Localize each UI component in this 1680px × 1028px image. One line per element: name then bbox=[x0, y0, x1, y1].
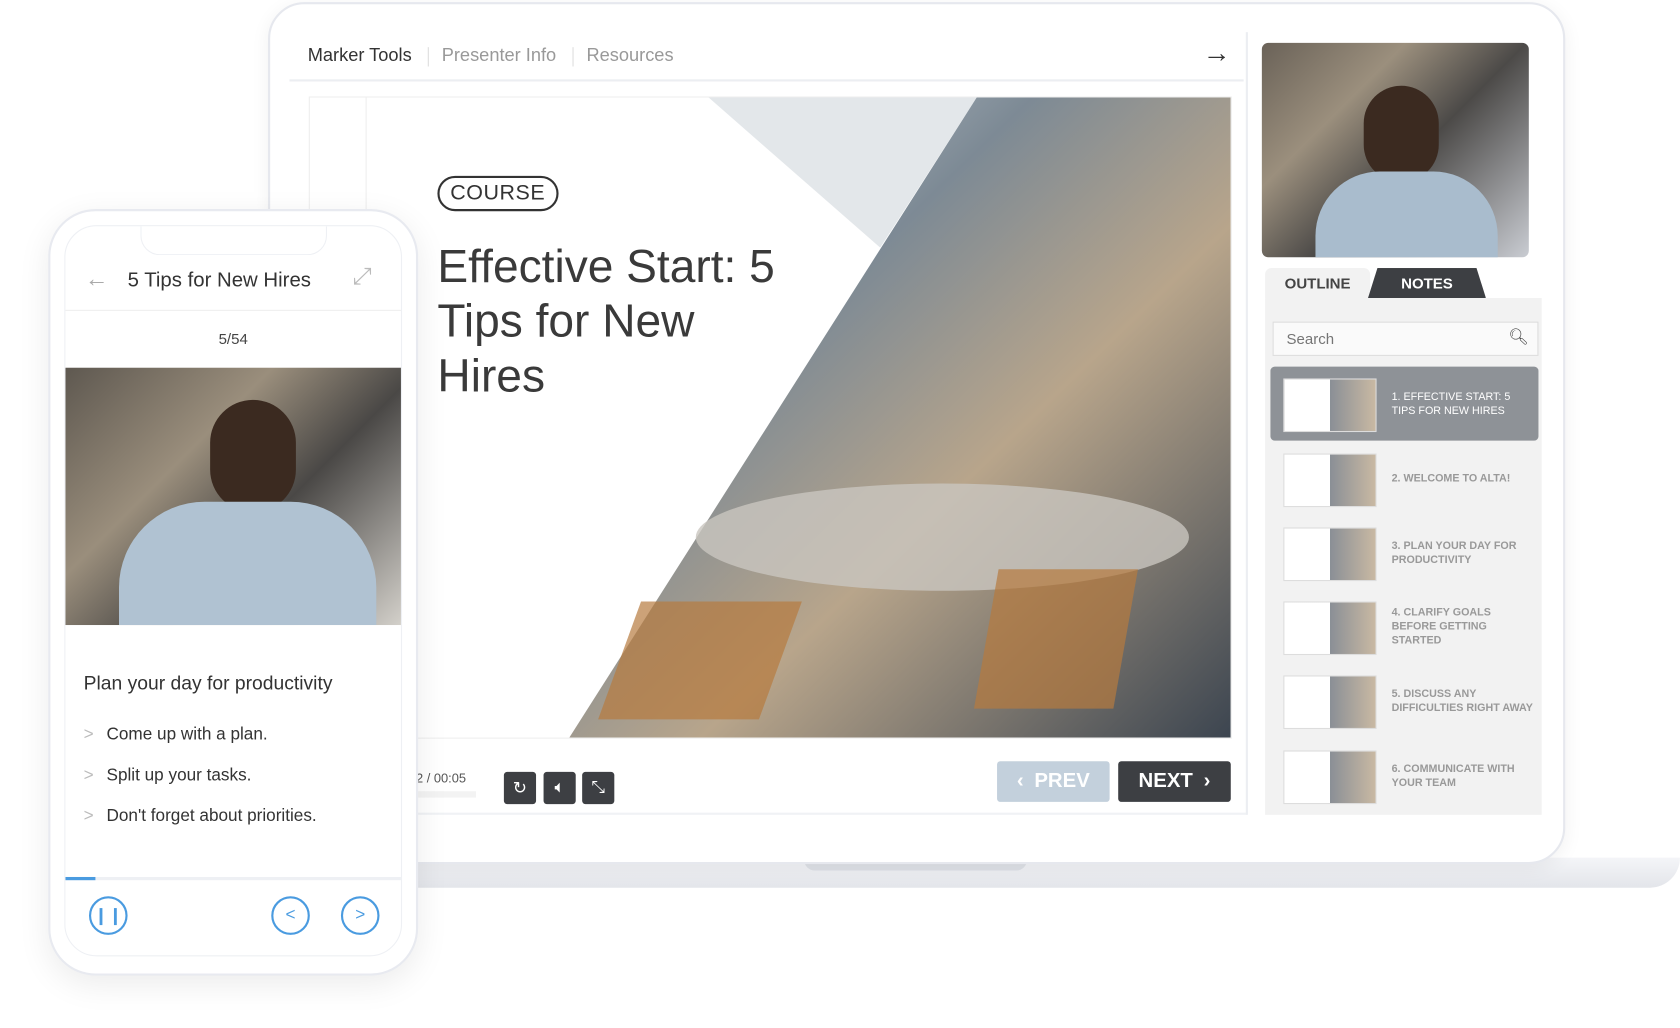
sidebar-tabs: OUTLINE NOTES bbox=[1265, 268, 1542, 299]
tab-outline[interactable]: OUTLINE bbox=[1265, 268, 1371, 299]
presenter-head bbox=[210, 399, 296, 513]
volume-button[interactable]: 🔈︎ bbox=[543, 771, 576, 805]
expand-icon: ⤡ bbox=[591, 778, 606, 797]
outline-item-label: 4. CLARIFY GOALS BEFORE GETTING STARTED bbox=[1391, 606, 1491, 647]
course-badge: COURSE bbox=[437, 175, 559, 212]
slide-thumbnail bbox=[1283, 750, 1377, 805]
phone-screen: ← 5 Tips for New Hires ⤢ 5/54 Plan your … bbox=[64, 225, 403, 957]
divider bbox=[572, 47, 574, 67]
outline-item[interactable]: 4. CLARIFY GOALS BEFORE GETTING STARTED bbox=[1270, 590, 1538, 664]
search-icon[interactable]: 🔍︎ bbox=[1508, 327, 1528, 346]
chevron-right-icon: > bbox=[83, 766, 94, 785]
chevron-left-icon: ‹ bbox=[1016, 769, 1024, 793]
progress-track[interactable] bbox=[415, 791, 477, 798]
slide: COURSE Effective Start: 5 Tips for New H… bbox=[308, 96, 1232, 739]
divider bbox=[427, 47, 429, 67]
presenter-video[interactable] bbox=[1261, 42, 1529, 258]
slide-title: Effective Start: 5 Tips for New Hires bbox=[437, 241, 775, 403]
presenter-shirt bbox=[119, 501, 377, 626]
outline-item[interactable]: 5. DISCUSS ANY DIFFICULTIES RIGHT AWAY bbox=[1270, 664, 1538, 738]
next-button[interactable]: NEXT › bbox=[1118, 761, 1231, 802]
phone-progress-fill bbox=[65, 876, 96, 881]
top-tabs-bar: Marker Tools Presenter Info Resources → bbox=[289, 32, 1244, 82]
phone-title: 5 Tips for New Hires bbox=[127, 269, 311, 292]
chevron-right-icon: > bbox=[83, 807, 94, 826]
divider bbox=[65, 309, 401, 311]
chevron-right-icon: > bbox=[83, 725, 94, 745]
tab-resources[interactable]: Resources bbox=[586, 45, 673, 66]
presenter-photo bbox=[65, 367, 401, 626]
outline-panel: 1. EFFECTIVE START: 5 TIPS FOR NEW HIRES… bbox=[1265, 298, 1542, 815]
slide-thumbnail bbox=[1283, 675, 1377, 730]
tab-notes[interactable]: NOTES bbox=[1367, 268, 1486, 299]
tab-presenter-info[interactable]: Presenter Info bbox=[442, 45, 556, 66]
prev-button[interactable]: ‹ PREV bbox=[997, 761, 1110, 802]
pause-icon: ❙❙ bbox=[93, 906, 123, 926]
search-input[interactable] bbox=[1284, 329, 1504, 349]
outline-item-label: 6. COMMUNICATE WITH YOUR TEAM bbox=[1391, 762, 1515, 789]
pause-button[interactable]: ❙❙ bbox=[88, 896, 128, 935]
outline-item[interactable]: 3. PLAN YOUR DAY FOR PRODUCTIVITY bbox=[1270, 516, 1538, 590]
phone-heading: Plan your day for productivity bbox=[83, 672, 333, 694]
search-box[interactable]: 🔍︎ bbox=[1272, 321, 1539, 356]
prev-label: PREV bbox=[1034, 769, 1090, 793]
replay-button[interactable]: ↻ bbox=[503, 771, 537, 805]
slide-thumbnail bbox=[1283, 453, 1377, 508]
slide-thumbnail bbox=[1283, 378, 1377, 433]
outline-item[interactable]: 6. COMMUNICATE WITH YOUR TEAM bbox=[1270, 739, 1538, 813]
chevron-right-icon: › bbox=[1203, 769, 1211, 793]
outline-item-label: 3. PLAN YOUR DAY FOR PRODUCTIVITY bbox=[1391, 539, 1517, 566]
next-label: NEXT bbox=[1138, 769, 1193, 793]
outline-item-label: 5. DISCUSS ANY DIFFICULTIES RIGHT AWAY bbox=[1391, 687, 1533, 714]
time-display: 2 / 00:05 bbox=[415, 770, 467, 786]
phone-prev-button[interactable]: < bbox=[271, 896, 310, 935]
divider bbox=[415, 812, 1247, 815]
phone-progress-track[interactable] bbox=[65, 876, 401, 881]
slide-counter: 5/54 bbox=[218, 330, 248, 348]
outline-item-label: 1. EFFECTIVE START: 5 TIPS FOR NEW HIRES bbox=[1391, 390, 1511, 417]
slide-thumbnail bbox=[1283, 527, 1377, 582]
fullscreen-button[interactable]: ⤡ bbox=[582, 771, 615, 805]
slide-thumbnail bbox=[1283, 601, 1377, 656]
divider bbox=[1245, 32, 1248, 815]
outline-item-label: 2. WELCOME TO ALTA! bbox=[1391, 472, 1511, 485]
bullet-item: > Don't forget about priorities. bbox=[83, 807, 317, 826]
replay-icon: ↻ bbox=[512, 779, 528, 798]
outline-item[interactable]: 1. EFFECTIVE START: 5 TIPS FOR NEW HIRES bbox=[1270, 366, 1539, 441]
back-arrow-icon[interactable]: ← bbox=[85, 265, 109, 293]
presenter-head bbox=[1363, 85, 1439, 183]
chevron-left-icon: < bbox=[285, 905, 296, 925]
bullet-item: > Split up your tasks. bbox=[83, 766, 252, 785]
chevron-right-icon: > bbox=[355, 905, 366, 925]
expand-icon[interactable]: ⤢ bbox=[353, 263, 372, 291]
volume-icon: 🔈︎ bbox=[554, 778, 565, 797]
tab-marker-tools[interactable]: Marker Tools bbox=[308, 45, 412, 66]
phone-notch bbox=[140, 226, 327, 256]
arrow-right-icon[interactable]: → bbox=[1203, 36, 1231, 69]
outline-item[interactable]: 2. WELCOME TO ALTA! bbox=[1270, 442, 1538, 516]
chair-shape bbox=[973, 569, 1138, 709]
presenter-shirt bbox=[1315, 171, 1498, 258]
phone-next-button[interactable]: > bbox=[340, 896, 380, 935]
bullet-item: > Come up with a plan. bbox=[83, 725, 268, 745]
